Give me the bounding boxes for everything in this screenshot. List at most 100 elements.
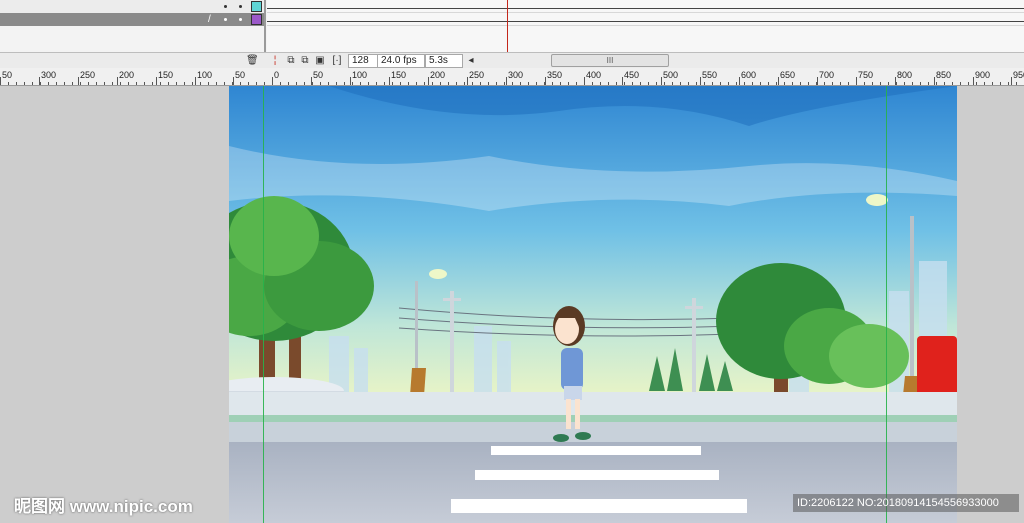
ruler-minor-tick: [640, 82, 641, 85]
ruler-minor-tick: [392, 82, 393, 85]
ruler-label: 400: [586, 70, 602, 80]
ruler-minor-tick: [176, 82, 177, 85]
fps-field[interactable]: 24.0 fps: [377, 54, 425, 68]
ruler-minor-tick: [432, 82, 433, 85]
ruler-minor-tick: [288, 82, 289, 85]
ruler-label: 850: [936, 70, 952, 80]
ruler-minor-tick: [72, 82, 73, 85]
scroll-left-icon[interactable]: ◂: [466, 54, 476, 67]
ruler-tick: [545, 77, 546, 85]
ruler-label: 50: [313, 70, 324, 80]
ruler-minor-tick: [184, 82, 185, 85]
ruler-minor-tick: [576, 82, 577, 85]
lock-dot[interactable]: [239, 18, 242, 21]
ruler-label: 350: [547, 70, 563, 80]
ruler-minor-tick: [248, 82, 249, 85]
ruler-minor-tick: [112, 82, 113, 85]
ruler-minor-tick: [536, 82, 537, 85]
ruler-minor-tick: [984, 82, 985, 85]
lock-dot[interactable]: [239, 5, 242, 8]
center-frame-icon[interactable]: ¦: [270, 54, 280, 67]
layer-row[interactable]: [0, 0, 265, 14]
ruler-label: 250: [80, 70, 96, 80]
ruler-minor-tick: [544, 82, 545, 85]
ruler-minor-tick: [648, 82, 649, 85]
ruler-minor-tick: [912, 82, 913, 85]
ruler-minor-tick: [624, 82, 625, 85]
ruler-minor-tick: [784, 82, 785, 85]
ruler-tick: [389, 77, 390, 85]
mailbox: [917, 336, 957, 396]
onion-markers-icon[interactable]: [·]: [331, 54, 343, 67]
ruler-minor-tick: [696, 82, 697, 85]
stage-canvas[interactable]: [229, 86, 957, 523]
ruler-tick: [622, 77, 623, 85]
ruler-minor-tick: [568, 82, 569, 85]
ruler-tick: [973, 77, 974, 85]
current-frame-field[interactable]: 128: [348, 54, 378, 68]
curb: [229, 422, 957, 442]
ruler-minor-tick: [296, 82, 297, 85]
edit-multiple-icon[interactable]: ▣: [314, 54, 326, 67]
ruler-minor-tick: [888, 82, 889, 85]
ruler-minor-tick: [1000, 82, 1001, 85]
ruler-tick: [661, 77, 662, 85]
onion-skin-icon[interactable]: ⧉: [285, 54, 297, 67]
ruler-label: 100: [352, 70, 368, 80]
ruler-minor-tick: [368, 82, 369, 85]
ruler-minor-tick: [808, 82, 809, 85]
frame-row[interactable]: [267, 13, 1024, 26]
onion-outline-icon[interactable]: ⧉: [299, 54, 311, 67]
scene-illustration: [229, 86, 957, 523]
ruler-minor-tick: [928, 82, 929, 85]
layer-row-selected[interactable]: /: [0, 13, 265, 26]
ruler-minor-tick: [216, 82, 217, 85]
ruler-minor-tick: [840, 82, 841, 85]
elapsed-time-field[interactable]: 5.3s: [425, 54, 463, 68]
ruler-minor-tick: [936, 82, 937, 85]
visibility-dot[interactable]: [224, 18, 227, 21]
frame-row[interactable]: [267, 0, 1024, 13]
layer-color-swatch[interactable]: [251, 14, 262, 25]
ruler-tick: [739, 77, 740, 85]
ruler-minor-tick: [328, 82, 329, 85]
ruler-minor-tick: [600, 82, 601, 85]
ruler-minor-tick: [472, 82, 473, 85]
ruler-minor-tick: [344, 82, 345, 85]
ruler-tick: [467, 77, 468, 85]
ruler-minor-tick: [48, 82, 49, 85]
ruler-label: 0: [274, 70, 280, 80]
timeline-scrollbar-thumb[interactable]: III: [551, 54, 669, 67]
ruler-minor-tick: [728, 82, 729, 85]
ruler-minor-tick: [704, 82, 705, 85]
site-watermark: 昵图网 www.nipic.com: [14, 497, 193, 516]
ruler-minor-tick: [352, 82, 353, 85]
ruler-minor-tick: [664, 82, 665, 85]
ruler-minor-tick: [872, 82, 873, 85]
ruler-minor-tick: [416, 82, 417, 85]
ruler-label: 50: [2, 70, 13, 80]
ruler-label: 450: [624, 70, 640, 80]
ruler-minor-tick: [960, 82, 961, 85]
trash-icon[interactable]: 🗑: [246, 54, 259, 67]
ruler-minor-tick: [552, 82, 553, 85]
guide-line-vertical[interactable]: [263, 86, 264, 523]
playhead[interactable]: [507, 0, 508, 52]
utility-pole: [450, 291, 454, 401]
ruler-minor-tick: [528, 82, 529, 85]
ruler-tick: [506, 77, 507, 85]
ruler-minor-tick: [496, 82, 497, 85]
ruler-tick: [156, 77, 157, 85]
frames-area[interactable]: [267, 0, 1024, 52]
ruler-tick: [233, 77, 234, 85]
ruler-minor-tick: [608, 82, 609, 85]
ruler-minor-tick: [304, 82, 305, 85]
ruler-minor-tick: [752, 82, 753, 85]
layer-color-swatch[interactable]: [251, 1, 262, 12]
image-id-watermark: ID:2206122 NO:20180914154556933000: [793, 494, 1019, 512]
visibility-dot[interactable]: [224, 5, 227, 8]
ruler-label: 300: [508, 70, 524, 80]
guide-line-vertical[interactable]: [886, 86, 887, 523]
ruler-minor-tick: [336, 82, 337, 85]
ruler-label: 150: [391, 70, 407, 80]
